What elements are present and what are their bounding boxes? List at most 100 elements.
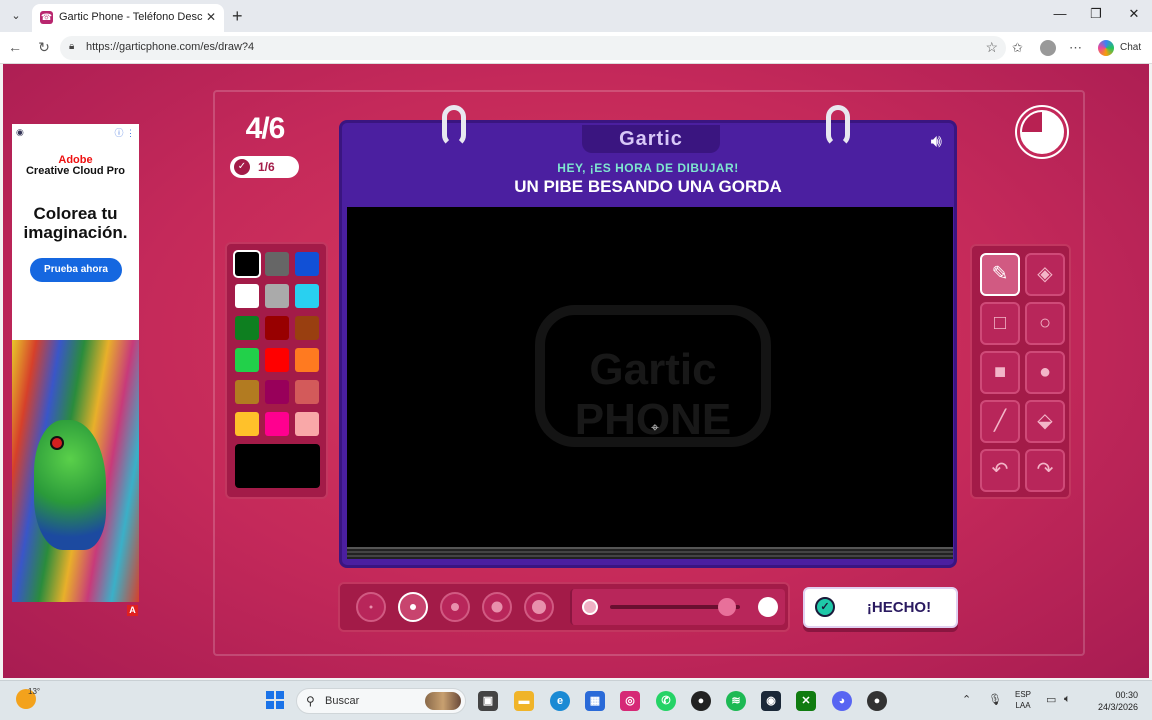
color-swatch[interactable] xyxy=(265,284,289,308)
back-icon[interactable]: ← xyxy=(6,39,24,55)
players-done-badge: ✓ 1/6 xyxy=(230,156,299,178)
site-info-icon[interactable]: 🔒︎ xyxy=(69,41,74,52)
reload-icon[interactable]: ↻ xyxy=(35,39,53,56)
opacity-handle[interactable] xyxy=(718,598,736,616)
browser-tab[interactable]: ☎ Gartic Phone - Teléfono Descompuesto ✕ xyxy=(32,4,224,32)
address-bar[interactable]: 🔒︎ https://garticphone.com/es/draw?4 ☆ xyxy=(60,36,1006,60)
volume-icon[interactable]: 🔈︎ xyxy=(1064,693,1071,706)
chat-label[interactable]: Chat xyxy=(1120,42,1141,53)
color-swatch[interactable] xyxy=(265,348,289,372)
profile-avatar[interactable] xyxy=(1040,40,1056,56)
ad-choices-icon[interactable]: ◉ xyxy=(16,127,24,138)
clock-time: 00:30 xyxy=(1115,690,1138,700)
redo-icon[interactable]: ↷ xyxy=(1025,449,1065,492)
ad-info-icon[interactable]: ⓘ ⋮ xyxy=(114,126,135,139)
color-swatch[interactable] xyxy=(265,412,289,436)
prompt-text: UN PIBE BESANDO UNA GORDA xyxy=(514,177,782,196)
color-swatch[interactable] xyxy=(235,348,259,372)
spotify-icon[interactable]: ≋ xyxy=(726,691,746,711)
brush-size-dot xyxy=(532,600,546,614)
opacity-max-icon xyxy=(758,597,778,617)
favorites-icon[interactable]: ✩ xyxy=(1012,40,1023,56)
color-swatch[interactable] xyxy=(265,252,289,276)
clock-date: 24/3/2026 xyxy=(1097,702,1138,712)
drawing-canvas[interactable]: Gartic PHONE ⌖ xyxy=(347,207,953,547)
color-swatch[interactable] xyxy=(295,284,319,308)
prompt-subtitle: HEY, ¡ES HORA DE DIBUJAR! xyxy=(557,161,739,175)
brush-size-dot xyxy=(369,605,373,609)
check-icon: ✓ xyxy=(234,159,250,175)
eraser-tool-icon[interactable]: ◈ xyxy=(1025,253,1065,296)
line-tool-icon[interactable]: ╱ xyxy=(980,400,1020,443)
color-swatch[interactable] xyxy=(265,380,289,404)
language-indicator[interactable]: ESP LAA xyxy=(1012,689,1034,711)
taskbar-clock[interactable]: 00:30 24/3/2026 xyxy=(1086,689,1138,713)
done-button[interactable]: ✓ ¡HECHO! xyxy=(803,587,958,628)
window-close-icon[interactable]: ✕ xyxy=(1124,6,1144,22)
color-swatch[interactable] xyxy=(235,316,259,340)
tab-title: Gartic Phone - Teléfono Descompuesto xyxy=(59,11,203,23)
pencil-tool-icon[interactable]: ✎ xyxy=(980,253,1020,296)
ellipse-filled-tool-icon[interactable]: ● xyxy=(1025,351,1065,394)
task-view-icon[interactable]: ▣ xyxy=(478,691,498,711)
side-advertisement[interactable]: ◉ ⓘ ⋮ Adobe Creative Cloud Pro Colorea t… xyxy=(12,124,139,602)
xbox-icon[interactable]: ✕ xyxy=(796,691,816,711)
new-tab-icon[interactable]: + xyxy=(232,6,243,26)
ellipse-outline-tool-icon[interactable]: ○ xyxy=(1025,302,1065,345)
brush-size-button[interactable] xyxy=(398,592,428,622)
tool-panel: ✎ ◈ □ ○ ■ ● ╱ ⬙ ↶ ↷ xyxy=(970,244,1071,499)
color-swatch[interactable] xyxy=(265,316,289,340)
maximize-icon[interactable]: ❐ xyxy=(1086,6,1106,22)
favorite-star-icon[interactable]: ☆ xyxy=(985,39,998,56)
start-button-icon[interactable] xyxy=(266,691,284,709)
tab-actions-menu-icon[interactable]: ⌄ xyxy=(6,6,26,26)
color-swatch[interactable] xyxy=(235,252,259,276)
ad-cta-button[interactable]: Prueba ahora xyxy=(30,258,122,282)
brush-size-button[interactable] xyxy=(440,592,470,622)
taskbar-search[interactable]: ⚲ Buscar xyxy=(296,688,466,714)
board-page-edges xyxy=(347,547,953,559)
brush-size-button[interactable] xyxy=(356,592,386,622)
discord-icon[interactable]: ◕ xyxy=(832,691,852,711)
store-icon[interactable]: ▦ xyxy=(585,691,605,711)
tab-close-icon[interactable]: ✕ xyxy=(206,10,216,24)
players-done-count: 1/6 xyxy=(258,160,275,174)
undo-icon[interactable]: ↶ xyxy=(980,449,1020,492)
microphone-icon[interactable]: 🎙︎ xyxy=(988,693,1002,706)
color-swatch[interactable] xyxy=(235,380,259,404)
rectangle-filled-tool-icon[interactable]: ■ xyxy=(980,351,1020,394)
ad-text-panel: ◉ ⓘ ⋮ Adobe Creative Cloud Pro Colorea t… xyxy=(12,124,139,340)
opacity-slider[interactable] xyxy=(570,589,785,625)
minimize-icon[interactable]: — xyxy=(1050,6,1070,21)
color-swatch[interactable] xyxy=(295,348,319,372)
recording-app-icon[interactable]: ● xyxy=(867,691,887,711)
color-swatch[interactable] xyxy=(295,252,319,276)
sound-icon[interactable]: 🔊︎ xyxy=(931,131,942,152)
color-swatch[interactable] xyxy=(235,412,259,436)
fill-bucket-tool-icon[interactable]: ⬙ xyxy=(1025,400,1065,443)
round-counter: 4/6 xyxy=(245,112,286,145)
done-button-label: ¡HECHO! xyxy=(866,599,932,616)
color-swatch[interactable] xyxy=(235,284,259,308)
instagram-icon[interactable]: ◎ xyxy=(620,691,640,711)
color-swatch[interactable] xyxy=(295,316,319,340)
app-icon[interactable]: ● xyxy=(691,691,711,711)
color-swatch[interactable] xyxy=(295,412,319,436)
network-icon[interactable]: ▭ xyxy=(1046,693,1056,706)
color-swatch[interactable] xyxy=(295,380,319,404)
steam-icon[interactable]: ◉ xyxy=(761,691,781,711)
frog-image xyxy=(34,420,106,550)
brush-size-button[interactable] xyxy=(482,592,512,622)
rectangle-outline-tool-icon[interactable]: □ xyxy=(980,302,1020,345)
timer xyxy=(1017,107,1067,157)
brush-size-button[interactable] xyxy=(524,592,554,622)
edge-icon[interactable]: e xyxy=(550,691,570,711)
opacity-min-icon xyxy=(582,599,598,615)
tray-overflow-icon[interactable]: ⌃ xyxy=(962,693,971,706)
whatsapp-icon[interactable]: ✆ xyxy=(656,691,676,711)
copilot-icon[interactable] xyxy=(1098,40,1114,56)
more-menu-icon[interactable]: ⋯ xyxy=(1069,40,1082,56)
language-code: ESP xyxy=(1014,690,1031,699)
browser-titlebar: ⌄ ☎ Gartic Phone - Teléfono Descompuesto… xyxy=(0,0,1152,32)
file-explorer-icon[interactable]: ▬ xyxy=(514,691,534,711)
